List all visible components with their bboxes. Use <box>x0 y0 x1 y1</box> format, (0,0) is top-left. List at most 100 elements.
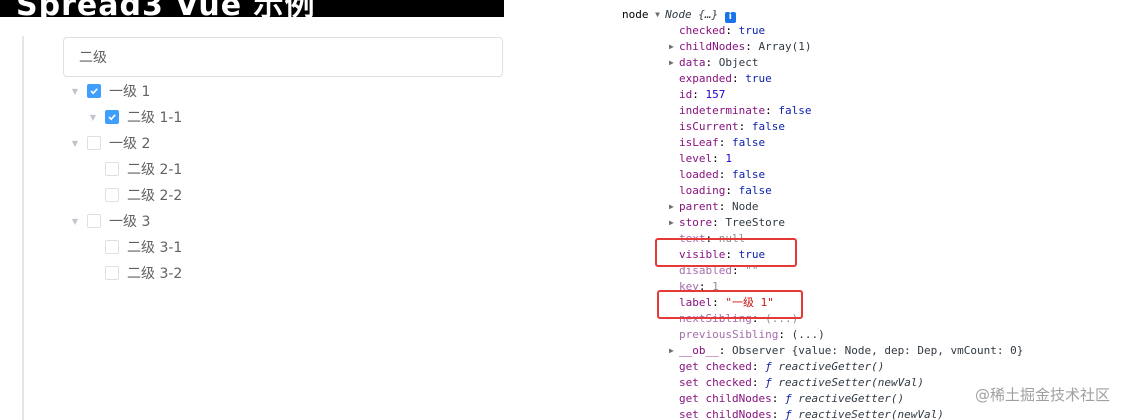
property-value: 1 <box>725 152 732 165</box>
tree-node[interactable]: ▼ 一级 3 <box>63 208 503 234</box>
tree-checkbox[interactable] <box>105 266 119 280</box>
property-key: __ob__ <box>679 344 719 357</box>
expand-triangle-icon[interactable]: ▶ <box>669 39 679 55</box>
tree-node-label: 二级 3-2 <box>127 266 183 282</box>
property-key: loading <box>679 184 726 197</box>
caret-down-icon[interactable]: ▼ <box>81 113 105 122</box>
property-key: store <box>679 216 713 229</box>
tree-node[interactable]: ▼二级 3-1 <box>63 234 503 260</box>
property-key: indeterminate <box>679 104 766 117</box>
property-row[interactable]: previousSibling: (...) <box>669 327 825 343</box>
caret-down-icon[interactable]: ▼ <box>63 139 87 148</box>
expand-triangle-icon[interactable]: ▶ <box>669 199 679 215</box>
property-key: get checked <box>679 360 752 373</box>
tree-node[interactable]: ▼ 二级 1-1 <box>63 104 503 130</box>
property-row[interactable]: ▶ data: Object <box>669 55 759 71</box>
property-key: checked <box>679 24 726 37</box>
expand-triangle-icon[interactable]: ▶ <box>669 343 679 359</box>
property-row[interactable]: isCurrent: false <box>669 119 785 135</box>
filter-input[interactable] <box>63 37 503 77</box>
expand-triangle-icon[interactable]: ▼ <box>655 7 665 23</box>
tree-node-label: 一级 1 <box>109 84 151 100</box>
demo-panel: Spread3 Vue 示例 ▼一级 1▼二级 1-1▼一级 2▼二级 2-1▼… <box>0 0 504 420</box>
tree-node-label: 一级 3 <box>109 214 151 230</box>
devtools-panel: node ▼ Node {…} i checked: true ▶ childNode… <box>598 0 1148 420</box>
property-key: data <box>679 56 706 69</box>
property-row[interactable]: isLeaf: false <box>669 135 765 151</box>
function-symbol: ƒ <box>784 408 792 420</box>
property-value: false <box>738 184 772 197</box>
property-value: true <box>745 72 772 85</box>
property-row[interactable]: get checked: ƒ reactiveGetter() <box>669 359 884 375</box>
property-value: reactiveGetter() <box>778 360 885 373</box>
tree-node[interactable]: ▼ 一级 1 <box>63 78 503 104</box>
property-key: expanded <box>679 72 732 85</box>
property-value: (...) <box>791 328 825 341</box>
tree-checkbox[interactable] <box>105 162 119 176</box>
expand-triangle-icon[interactable]: ▶ <box>669 215 679 231</box>
info-icon[interactable]: i <box>724 12 736 23</box>
property-row[interactable]: level: 1 <box>669 151 732 167</box>
tree-node[interactable]: ▼ 一级 2 <box>63 130 503 156</box>
tree-checkbox[interactable] <box>105 240 119 254</box>
object-header[interactable]: node ▼ Node {…} i <box>622 7 736 23</box>
highlight-box-label <box>657 290 803 319</box>
property-row[interactable]: ▶ __ob__: Observer {value: Node, dep: Dep… <box>669 343 1023 359</box>
property-row[interactable]: ▶ parent: Node <box>669 199 759 215</box>
property-value: reactiveGetter() <box>798 392 905 405</box>
checkmark-icon <box>108 114 116 121</box>
property-row[interactable]: ▶ childNodes: Array(1) <box>669 39 811 55</box>
tree-node-label: 二级 2-1 <box>127 162 183 178</box>
property-row[interactable]: ▶ store: TreeStore <box>669 215 785 231</box>
property-row[interactable]: get childNodes: ƒ reactiveGetter() <box>669 391 904 407</box>
tree-checkbox[interactable] <box>87 136 101 150</box>
function-symbol: ƒ <box>765 376 772 389</box>
tree-node[interactable]: ▼二级 2-2 <box>63 182 503 208</box>
property-value: false <box>732 136 766 149</box>
property-value: false <box>732 168 766 181</box>
property-key: parent <box>679 200 719 213</box>
expand-triangle-icon[interactable]: ▶ <box>669 55 679 71</box>
property-key: get childNodes <box>679 392 772 405</box>
property-value: TreeStore <box>725 216 785 229</box>
property-value: 157 <box>705 88 726 101</box>
tree-node[interactable]: ▼二级 2-1 <box>63 156 503 182</box>
property-row[interactable]: checked: true <box>669 23 765 39</box>
tree-node-label: 二级 1-1 <box>127 110 183 126</box>
property-key: isCurrent <box>679 120 739 133</box>
tree-checkbox[interactable] <box>105 110 119 124</box>
property-key: childNodes <box>679 40 746 53</box>
property-value: false <box>751 120 785 133</box>
watermark: @稀土掘金技术社区 <box>975 386 1111 404</box>
property-value: reactiveSetter(newVal) <box>798 408 944 420</box>
property-row[interactable]: indeterminate: false <box>669 103 811 119</box>
property-key: id <box>679 88 693 101</box>
property-row[interactable]: expanded: true <box>669 71 772 87</box>
tree-checkbox[interactable] <box>105 188 119 202</box>
property-value: Observer {value: Node, dep: Dep, vmCount… <box>732 344 1024 357</box>
property-row[interactable]: set checked: ƒ reactiveSetter(newVal) <box>669 375 924 391</box>
property-key: set childNodes <box>679 408 772 420</box>
function-symbol: ƒ <box>784 392 792 405</box>
tree-node[interactable]: ▼二级 3-2 <box>63 260 503 286</box>
highlight-box-visible <box>655 238 797 267</box>
property-key: level <box>679 152 713 165</box>
property-value: Object <box>718 56 759 69</box>
caret-down-icon[interactable]: ▼ <box>63 217 87 226</box>
property-value: Node <box>732 200 759 213</box>
object-key: node <box>622 8 649 21</box>
property-row[interactable]: loaded: false <box>669 167 765 183</box>
property-row[interactable]: id: 157 <box>669 87 725 103</box>
function-symbol: ƒ <box>765 360 772 373</box>
tree-checkbox[interactable] <box>87 84 101 98</box>
tree: ▼ 一级 1 ▼ 二级 1-1 ▼ 一级 2 ▼二级 2-1▼二级 2-2 ▼ 一级 3 ▼二级 … <box>63 78 503 286</box>
property-key: set checked <box>679 376 752 389</box>
checkmark-icon <box>90 88 98 95</box>
property-row[interactable]: set childNodes: ƒ reactiveSetter(newVal) <box>669 407 944 420</box>
tree-checkbox[interactable] <box>87 214 101 228</box>
caret-down-icon[interactable]: ▼ <box>63 87 87 96</box>
demo-title-bar: Spread3 Vue 示例 <box>0 0 504 17</box>
property-row[interactable]: loading: false <box>669 183 772 199</box>
tree-node-label: 一级 2 <box>109 136 151 152</box>
property-value: reactiveSetter(newVal) <box>778 376 925 389</box>
